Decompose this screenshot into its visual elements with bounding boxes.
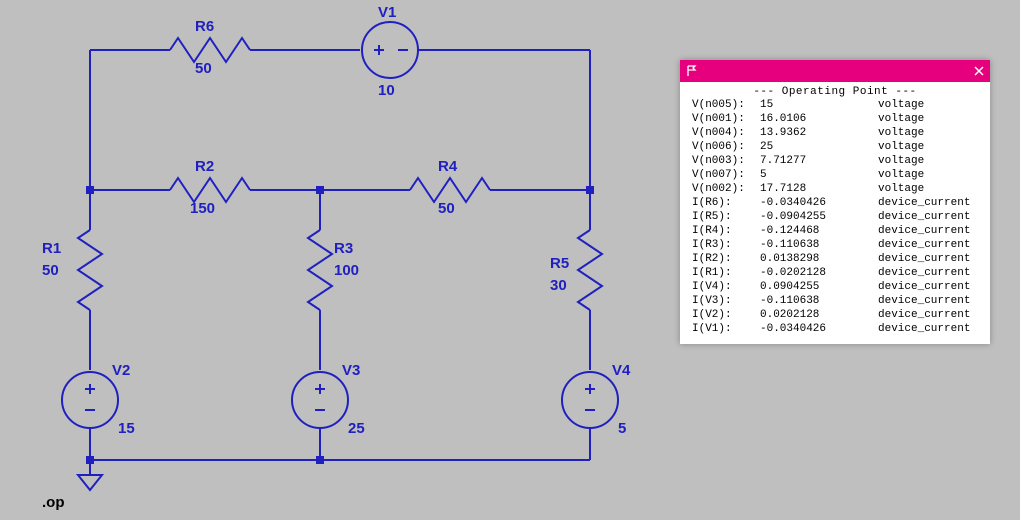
op-row: I(V2):0.0202128device_current — [688, 308, 982, 322]
label-V3-value: 25 — [348, 420, 365, 437]
label-R6-name: R6 — [195, 18, 214, 35]
label-V2-value: 15 — [118, 420, 135, 437]
op-row: I(R1):-0.0202128device_current — [688, 266, 982, 280]
label-R2-value: 150 — [190, 200, 215, 217]
op-window-header: --- Operating Point --- — [688, 86, 982, 98]
op-row: V(n001):16.0106voltage — [688, 112, 982, 126]
label-R1-value: 50 — [42, 262, 59, 279]
op-row: I(R4):-0.124468device_current — [688, 224, 982, 238]
op-window[interactable]: --- Operating Point --- V(n005):15voltag… — [680, 60, 990, 344]
label-R3-value: 100 — [334, 262, 359, 279]
op-row: I(R2):0.0138298device_current — [688, 252, 982, 266]
op-window-titlebar[interactable] — [680, 60, 990, 82]
op-row: I(V1):-0.0340426device_current — [688, 322, 982, 336]
op-row: V(n006):25voltage — [688, 140, 982, 154]
canvas: R6 50 V1 10 R2 150 R4 50 R1 50 R3 100 R5… — [0, 0, 1020, 520]
op-row: V(n007):5voltage — [688, 168, 982, 182]
label-V1-name: V1 — [378, 4, 396, 21]
op-row: I(R5):-0.0904255device_current — [688, 210, 982, 224]
op-row: V(n005):15voltage — [688, 98, 982, 112]
label-R4-value: 50 — [438, 200, 455, 217]
label-R2-name: R2 — [195, 158, 214, 175]
close-icon[interactable] — [974, 66, 984, 76]
label-V4-value: 5 — [618, 420, 626, 437]
label-R3-name: R3 — [334, 240, 353, 257]
label-R5-value: 30 — [550, 277, 567, 294]
label-R1-name: R1 — [42, 240, 61, 257]
spice-directive[interactable]: .op — [42, 494, 65, 511]
label-R4-name: R4 — [438, 158, 457, 175]
op-row: I(V3):-0.110638device_current — [688, 294, 982, 308]
op-row: V(n003):7.71277voltage — [688, 154, 982, 168]
label-V3-name: V3 — [342, 362, 360, 379]
label-V4-name: V4 — [612, 362, 630, 379]
op-table: V(n005):15voltageV(n001):16.0106voltageV… — [688, 98, 982, 336]
op-row: I(V4):0.0904255device_current — [688, 280, 982, 294]
label-V2-name: V2 — [112, 362, 130, 379]
op-row: V(n002):17.7128voltage — [688, 182, 982, 196]
op-window-body: --- Operating Point --- V(n005):15voltag… — [680, 82, 990, 344]
schematic[interactable] — [0, 0, 680, 520]
op-row: I(R6):-0.0340426device_current — [688, 196, 982, 210]
flag-icon — [686, 65, 698, 77]
label-R6-value: 50 — [195, 60, 212, 77]
op-row: V(n004):13.9362voltage — [688, 126, 982, 140]
op-row: I(R3):-0.110638device_current — [688, 238, 982, 252]
label-R5-name: R5 — [550, 255, 569, 272]
label-V1-value: 10 — [378, 82, 395, 99]
